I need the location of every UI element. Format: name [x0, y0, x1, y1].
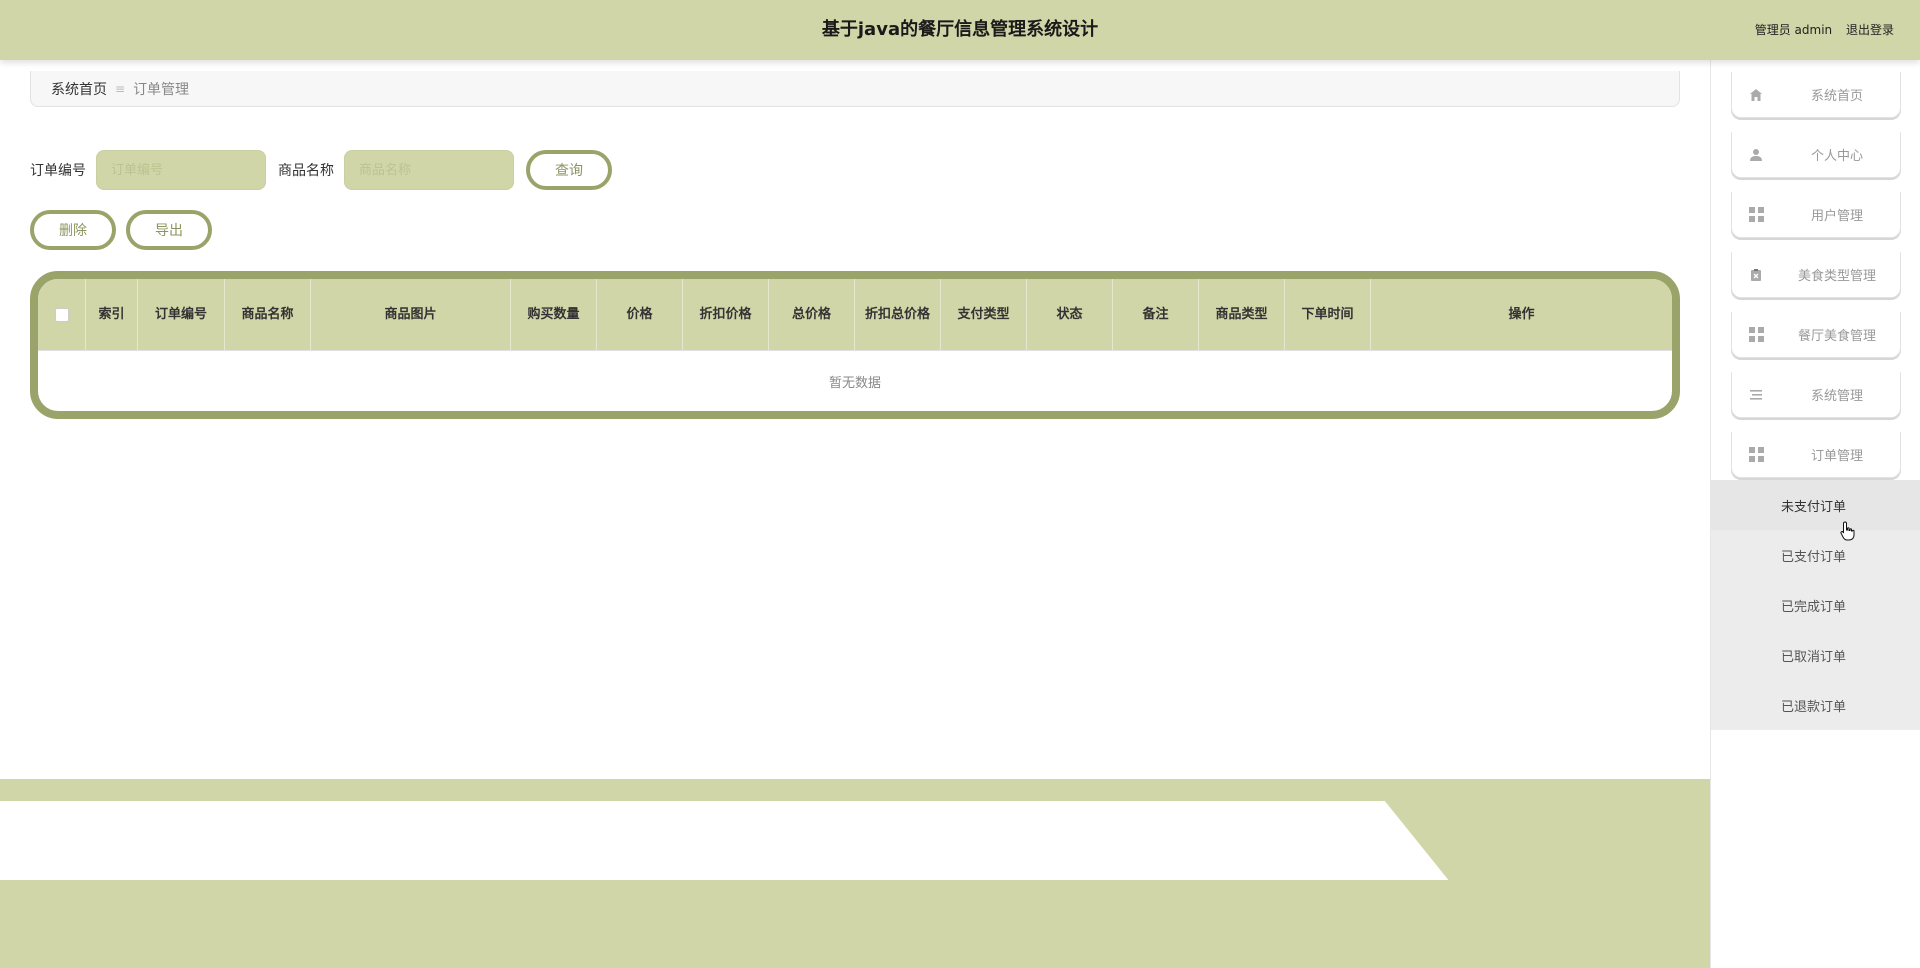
breadcrumb-current: 订单管理 [133, 81, 190, 98]
logout-link[interactable]: 退出登录 [1846, 23, 1894, 37]
select-all-checkbox[interactable] [54, 307, 69, 322]
breadcrumb-home[interactable]: 系统首页 [51, 79, 107, 99]
order-no-label: 订单编号 [30, 163, 86, 179]
user-label: 管理员 admin [1754, 23, 1833, 37]
export-button[interactable]: 导出 [126, 210, 212, 250]
table-header: 索引 订单编号 商品名称 商品图片 购买数量 价格 折扣价格 总价格 折扣总价格… [38, 279, 1672, 351]
sidebar-item-label: 系统管理 [1810, 389, 1863, 404]
column-header: 商品名称 [225, 279, 311, 350]
breadcrumb: 系统首页 ≡ 订单管理 [30, 71, 1680, 107]
sidebar: 系统首页 个人中心 用户管理 美食类型管理 餐厅美食管理 系统管理 订单管理 未… [1710, 60, 1920, 968]
sidebar-item-label: 系统首页 [1810, 89, 1863, 104]
column-header: 操作 [1508, 306, 1535, 322]
column-header: 索引 [86, 279, 138, 350]
search-bar: 订单编号 商品名称 查询 [30, 150, 612, 190]
sidebar-item-label: 订单管理 [1810, 449, 1863, 464]
sidebar-item-home[interactable]: 系统首页 [1731, 72, 1901, 118]
column-header: 商品类型 [1199, 279, 1285, 350]
user-area: 管理员 admin 退出登录 [1755, 0, 1894, 60]
submenu-item-refunded[interactable]: 已退款订单 [1711, 680, 1920, 730]
app-title: 基于java的餐厅信息管理系统设计 [821, 19, 1099, 40]
sidebar-item-orders[interactable]: 订单管理 [1731, 432, 1901, 478]
footer-band-slant [1384, 800, 1710, 881]
select-all-cell [38, 279, 86, 350]
footer-band-top [0, 779, 1710, 801]
clipboard-icon [1748, 267, 1764, 283]
column-header: 价格 [597, 279, 683, 350]
sidebar-item-food-types[interactable]: 美食类型管理 [1731, 252, 1901, 298]
sidebar-item-label: 美食类型管理 [1797, 269, 1876, 284]
column-header: 状态 [1027, 279, 1113, 350]
sidebar-item-restaurant-food[interactable]: 餐厅美食管理 [1731, 312, 1901, 358]
column-header: 订单编号 [138, 279, 225, 350]
hand-cursor-icon [1840, 521, 1856, 541]
grid-icon [1748, 447, 1764, 463]
list-icon [1748, 387, 1764, 403]
product-name-label: 商品名称 [278, 163, 334, 179]
sidebar-item-profile[interactable]: 个人中心 [1731, 132, 1901, 178]
product-name-input[interactable] [344, 150, 514, 190]
grid-icon [1748, 327, 1764, 343]
column-header: 下单时间 [1285, 279, 1371, 350]
sidebar-item-label: 个人中心 [1810, 149, 1863, 164]
column-header: 支付类型 [941, 279, 1027, 350]
orders-table: 索引 订单编号 商品名称 商品图片 购买数量 价格 折扣价格 总价格 折扣总价格… [30, 271, 1680, 419]
column-header: 备注 [1113, 279, 1199, 350]
order-no-input[interactable] [96, 150, 266, 190]
column-header: 购买数量 [511, 279, 597, 350]
action-bar: 删除 导出 [30, 210, 222, 250]
submenu-item-unpaid[interactable]: 未支付订单 [1711, 480, 1920, 530]
submenu-item-paid[interactable]: 已支付订单 [1711, 530, 1920, 580]
grid-icon [1748, 207, 1764, 223]
sidebar-item-label: 用户管理 [1810, 209, 1863, 224]
column-header: 折扣价格 [683, 279, 769, 350]
delete-button[interactable]: 删除 [30, 210, 116, 250]
footer-band-bottom [0, 880, 1710, 968]
column-header: 商品图片 [311, 279, 511, 350]
submenu-item-completed[interactable]: 已完成订单 [1711, 580, 1920, 630]
user-icon [1748, 147, 1764, 163]
query-button[interactable]: 查询 [526, 150, 612, 190]
column-header: 总价格 [769, 279, 855, 350]
top-header: 基于java的餐厅信息管理系统设计 管理员 admin 退出登录 [0, 0, 1920, 60]
orders-submenu: 未支付订单 已支付订单 已完成订单 已取消订单 已退款订单 [1711, 480, 1920, 730]
sidebar-item-label: 餐厅美食管理 [1797, 329, 1876, 344]
home-icon [1748, 87, 1764, 103]
submenu-item-cancelled[interactable]: 已取消订单 [1711, 630, 1920, 680]
column-header: 折扣总价格 [855, 279, 941, 350]
empty-state: 暂无数据 [828, 375, 881, 391]
sidebar-item-system[interactable]: 系统管理 [1731, 372, 1901, 418]
sidebar-item-users[interactable]: 用户管理 [1731, 192, 1901, 238]
breadcrumb-separator: ≡ [115, 81, 126, 96]
